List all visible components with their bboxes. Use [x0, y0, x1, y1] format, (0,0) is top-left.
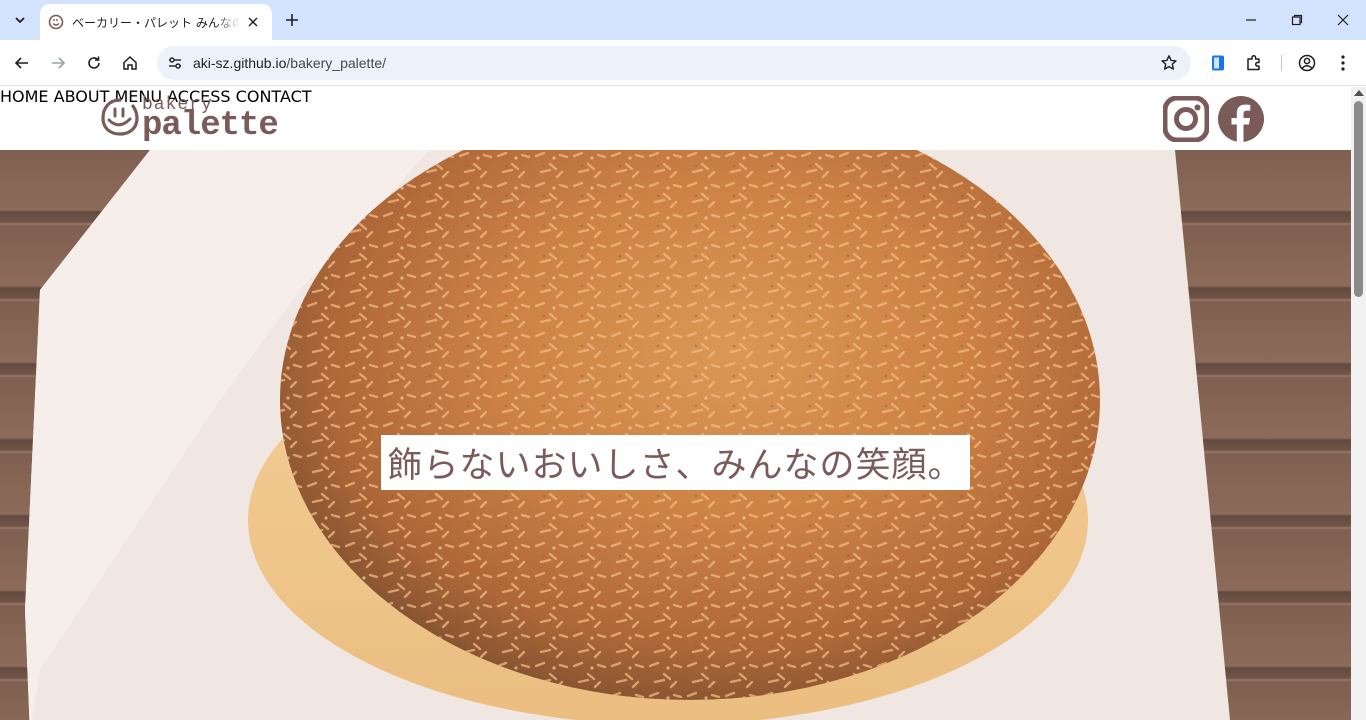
- plus-icon: [286, 14, 298, 26]
- tab-search-button[interactable]: [6, 6, 34, 34]
- extensions-button[interactable]: [1243, 52, 1265, 74]
- tab-close-icon[interactable]: [244, 13, 262, 31]
- close-window-button[interactable]: [1320, 0, 1366, 40]
- scroll-up-arrow-icon[interactable]: [1354, 90, 1364, 96]
- nav-home[interactable]: HOME: [0, 87, 49, 106]
- catch-copy-box: 飾らないおいしさ、みんなの笑顔。: [381, 435, 970, 490]
- browser-tab-active[interactable]: ベーカリー・パレット みんなのパン屋さん: [40, 4, 272, 40]
- url-text: aki-sz.github.io/bakery_palette/: [193, 55, 386, 71]
- restore-button[interactable]: [1274, 0, 1320, 40]
- account-icon: [1298, 54, 1316, 72]
- site-logo[interactable]: bakery palette: [100, 93, 300, 145]
- url-host: aki-sz.github.io: [193, 55, 287, 71]
- hero-section: 飾らないおいしさ、みんなの笑顔。: [0, 150, 1351, 720]
- tab-title: ベーカリー・パレット みんなのパン屋さん: [72, 15, 240, 30]
- reload-button[interactable]: [80, 49, 108, 77]
- address-bar[interactable]: aki-sz.github.io/bakery_palette/: [157, 46, 1191, 80]
- minimize-button[interactable]: [1228, 0, 1274, 40]
- close-icon: [1337, 14, 1349, 26]
- back-button[interactable]: [8, 49, 36, 77]
- toolbar-divider: [1281, 55, 1282, 71]
- puzzle-icon: [1247, 54, 1260, 71]
- url-path: /bakery_palette/: [286, 55, 387, 71]
- tune-icon: [169, 57, 181, 69]
- logo-text-palette: palette: [142, 107, 279, 145]
- page-scrollbar[interactable]: [1351, 87, 1366, 720]
- facebook-link[interactable]: [1218, 96, 1264, 142]
- reload-icon: [88, 56, 100, 69]
- bakery-favicon-icon: [48, 14, 64, 30]
- restore-icon: [1291, 14, 1303, 26]
- tab-strip: ベーカリー・パレット みんなのパン屋さん: [0, 0, 1366, 40]
- smiley-logo-icon: [101, 98, 139, 136]
- facebook-icon: [1218, 96, 1264, 142]
- catch-copy: 飾らないおいしさ、みんなの笑顔。: [387, 446, 964, 486]
- reading-mode-button[interactable]: [1207, 52, 1229, 74]
- arrow-right-icon: [52, 57, 66, 69]
- profile-button[interactable]: [1296, 52, 1318, 74]
- bookmark-button[interactable]: [1159, 53, 1179, 73]
- new-tab-button[interactable]: [280, 8, 304, 32]
- site-info-button[interactable]: [163, 51, 187, 75]
- instagram-link[interactable]: [1162, 95, 1210, 143]
- more-vert-icon: [1341, 55, 1345, 71]
- arrow-left-icon: [14, 57, 28, 69]
- instagram-icon: [1162, 95, 1210, 143]
- chevron-down-icon: [15, 17, 25, 24]
- scroll-thumb[interactable]: [1354, 101, 1363, 297]
- browser-menu-button[interactable]: [1332, 52, 1354, 74]
- home-button[interactable]: [116, 49, 144, 77]
- minimize-icon: [1246, 19, 1256, 21]
- document-icon: [1212, 55, 1224, 71]
- home-icon: [123, 55, 137, 70]
- page-viewport: bakery palette HOME ABOUT MENU ACCESS CO…: [0, 87, 1351, 720]
- browser-toolbar: aki-sz.github.io/bakery_palette/: [0, 40, 1366, 86]
- star-icon: [1161, 55, 1177, 70]
- forward-button[interactable]: [44, 49, 72, 77]
- site-header: bakery palette HOME ABOUT MENU ACCESS CO…: [0, 87, 1351, 150]
